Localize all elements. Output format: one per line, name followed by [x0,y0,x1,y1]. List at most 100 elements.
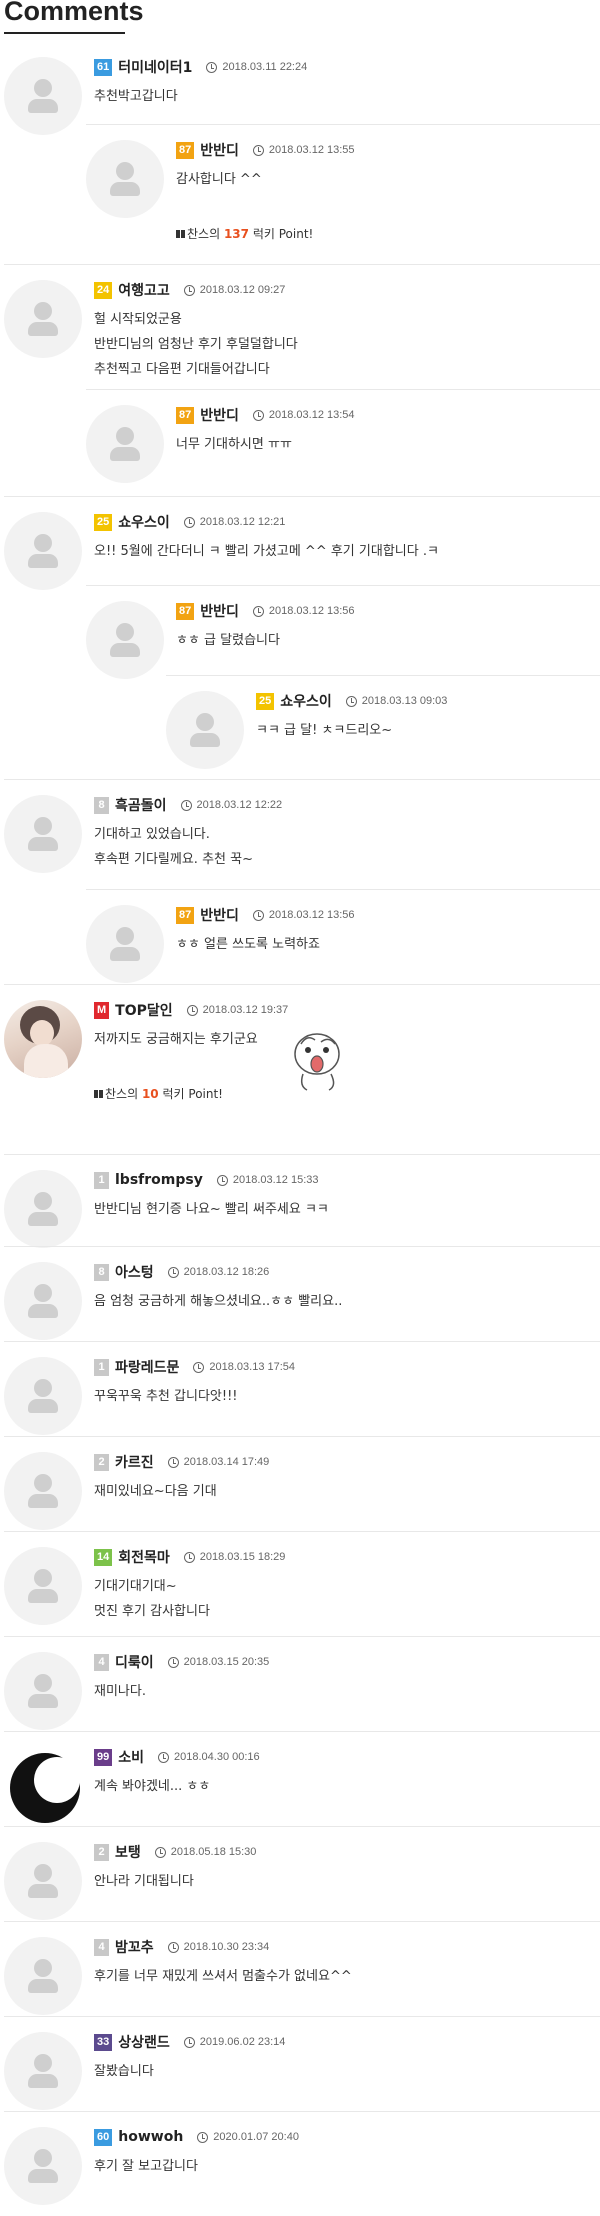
comment-text: 헐 시작되었군용 [94,312,182,327]
avatar[interactable] [166,691,244,769]
avatar[interactable] [4,280,82,358]
avatar[interactable] [4,1842,82,1920]
comment-divider [4,2016,600,2017]
avatar[interactable] [4,795,82,873]
comment-date: 2018.03.12 15:33 [232,1174,319,1186]
comment-date: 2019.06.02 23:14 [199,2036,286,2048]
comment-text: ㅎㅎ 얼른 쓰도록 노력하죠 [176,937,320,952]
level-badge: 60 [94,2128,113,2146]
comment-divider [4,264,600,265]
comment-date: 2018.03.13 09:03 [361,695,448,707]
gift-icon [176,230,185,238]
comment-divider [4,984,600,985]
author-name[interactable]: 밤꼬추 [115,1937,154,1957]
comment-divider [4,1436,600,1437]
avatar[interactable] [4,2127,82,2205]
comment-date: 2018.03.12 09:27 [199,284,286,296]
point-number: 10 [141,1087,159,1101]
avatar[interactable] [86,405,164,483]
point-suffix: 럭키 Point! [252,227,314,241]
comment-date: 2018.03.12 13:55 [268,144,355,156]
author-name[interactable]: 여행고고 [118,280,170,300]
author-name[interactable]: TOP달인 [115,1000,172,1020]
author-name[interactable]: 상상랜드 [118,2032,170,2052]
clock-icon [183,1551,195,1563]
clock-icon [216,1174,228,1186]
level-badge: 25 [94,513,113,531]
comment-text: 감사합니다 ^^ [176,172,262,187]
comment-text: 너무 기대하시면 ㅠㅠ [176,437,292,452]
avatar[interactable] [4,1652,82,1730]
comment-date: 2018.05.18 15:30 [170,1846,257,1858]
clock-icon [167,1266,179,1278]
avatar[interactable] [4,1747,82,1825]
avatar[interactable] [4,1000,82,1078]
comment-text: 추천찍고 다음편 기대들어갑니다 [94,362,270,377]
clock-icon [197,2131,209,2143]
author-name[interactable]: 카르진 [115,1452,154,1472]
author-name[interactable]: 디룩이 [115,1652,154,1672]
level-badge: 14 [94,1548,113,1566]
avatar[interactable] [86,140,164,218]
comment-date: 2018.10.30 23:34 [183,1941,270,1953]
author-name[interactable]: howwoh [118,2129,183,2145]
comment-text: 저까지도 궁금해지는 후기군요 [94,1032,258,1047]
comment-divider [4,779,600,780]
author-name[interactable]: 보탱 [115,1842,141,1862]
avatar[interactable] [4,1170,82,1248]
level-badge: 87 [176,406,195,424]
comment-date: 2018.04.30 00:16 [174,1751,260,1763]
author-name[interactable]: 아스텅 [115,1262,154,1282]
level-badge: 99 [94,1748,113,1766]
comment-text: 오!! 5월에 간다더니 ㅋ 빨리 가셨고메 ^^ 후기 기대합니다 .ㅋ [94,544,439,559]
author-name[interactable]: 쇼우스이 [118,512,170,532]
level-badge: 2 [94,1453,109,1471]
level-badge: 24 [94,281,113,299]
avatar[interactable] [4,512,82,590]
avatar[interactable] [4,1357,82,1435]
comment-text: 반반디님의 엄청난 후기 후덜덜합니다 [94,337,298,352]
avatar[interactable] [4,1452,82,1530]
comment-date: 2018.03.12 12:22 [196,799,283,811]
level-badge: 87 [176,602,195,620]
avatar[interactable] [86,905,164,983]
avatar[interactable] [4,2032,82,2110]
avatar[interactable] [4,1937,82,2015]
clock-icon [183,284,195,296]
comment-date: 2018.03.12 13:54 [268,409,355,421]
comment-text: 기대기대기대~ [94,1579,177,1594]
comment-date: 2018.03.13 17:54 [209,1361,296,1373]
level-badge: 25 [256,692,275,710]
clock-icon [252,409,264,421]
clock-icon [252,605,264,617]
author-name[interactable]: 반반디 [200,905,239,925]
author-name[interactable]: lbsfrompsy [115,1172,203,1188]
clock-icon [154,1846,166,1858]
comment-date: 2018.03.14 17:49 [183,1456,270,1468]
avatar[interactable] [4,1547,82,1625]
comment-divider [4,496,600,497]
gift-icon [94,1090,103,1098]
comment-text: 멋진 후기 감사합니다 [94,1604,210,1619]
comment-divider [4,1531,600,1532]
comment-text: ㅋㅋ 급 달! ㅊㅋ드리오~ [256,723,393,738]
author-name[interactable]: 반반디 [200,140,239,160]
author-name[interactable]: 터미네이터1 [118,57,192,77]
author-name[interactable]: 파랑레드문 [115,1357,179,1377]
comment-divider [86,585,600,586]
comment-divider [86,124,600,125]
avatar[interactable] [4,1262,82,1340]
author-name[interactable]: 소비 [118,1747,144,1767]
author-name[interactable]: 흑곰돌이 [115,795,167,815]
author-name[interactable]: 반반디 [200,601,239,621]
comment-text: 후속편 기다릴께요. 추천 꾹~ [94,852,253,867]
avatar[interactable] [86,601,164,679]
author-name[interactable]: 회전목마 [118,1547,170,1567]
comment-divider [4,1636,600,1637]
author-name[interactable]: 반반디 [200,405,239,425]
comment-date: 2020.01.07 20:40 [213,2131,299,2143]
clock-icon [158,1751,170,1763]
avatar[interactable] [4,57,82,135]
author-name[interactable]: 쇼우스이 [280,691,332,711]
comment-date: 2018.03.12 19:37 [202,1004,289,1016]
